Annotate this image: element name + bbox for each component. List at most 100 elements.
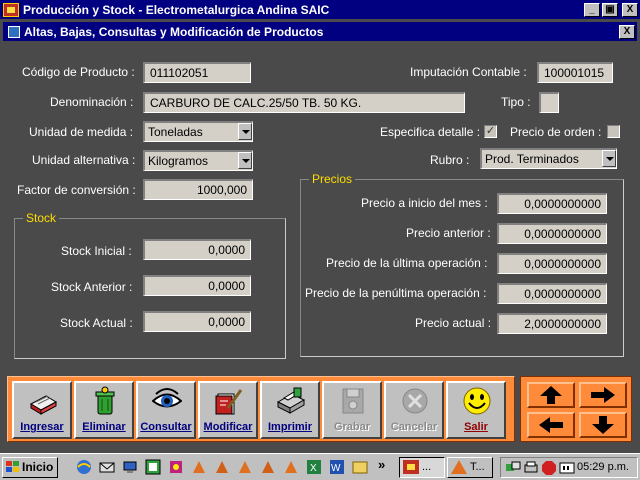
grabar-button[interactable]: Grabar	[322, 381, 382, 439]
child-close-button[interactable]: X	[619, 24, 635, 39]
system-tray: 05:29 p.m.	[500, 457, 638, 478]
fox-icon[interactable]	[214, 459, 230, 475]
modificar-label: Modificar	[203, 421, 253, 433]
fox-icon[interactable]	[260, 459, 276, 475]
precio-orden-checkbox[interactable]	[607, 125, 620, 138]
window-title: Producción y Stock - Electrometalurgica …	[23, 2, 330, 17]
consultar-button[interactable]: Consultar	[136, 381, 196, 439]
precio-inicio-field[interactable]: 0,0000000000	[497, 193, 607, 214]
word-icon[interactable]: W	[329, 459, 345, 475]
imputacion-field[interactable]: 100001015	[537, 62, 613, 83]
stock-anterior-label: Stock Anterior :	[51, 280, 133, 294]
action-toolbar: Ingresar Eliminar Consultar Modificar Im…	[7, 376, 515, 442]
imprimir-button[interactable]: Imprimir	[260, 381, 320, 439]
child-window-title: Altas, Bajas, Consultas y Modificación d…	[24, 24, 324, 39]
modificar-button[interactable]: Modificar	[198, 381, 258, 439]
network-tray-icon[interactable]	[505, 460, 521, 476]
especifica-checkbox[interactable]: ✓	[484, 125, 497, 138]
rubro-select[interactable]: Prod. Terminados	[480, 148, 617, 169]
stock-inicial-label: Stock Inicial :	[61, 244, 132, 258]
cancelar-button[interactable]: Cancelar	[384, 381, 444, 439]
especifica-label: Especifica detalle :	[380, 125, 481, 139]
start-label: Inicio	[22, 460, 54, 474]
rubro-label: Rubro :	[430, 153, 470, 167]
nav-down-button[interactable]	[579, 412, 627, 438]
precio-ultima-label: Precio de la última operación :	[326, 256, 488, 270]
smiley-icon	[463, 387, 491, 415]
printer-icon	[276, 387, 306, 414]
imprimir-label: Imprimir	[267, 421, 312, 433]
fox-icon[interactable]	[191, 459, 207, 475]
precio-actual-field[interactable]: 2,0000000000	[497, 313, 607, 334]
start-button[interactable]: Inicio	[2, 457, 58, 478]
more-icons-chevron[interactable]: »	[378, 457, 394, 473]
precio-penultima-field[interactable]: 0,0000000000	[497, 283, 607, 304]
tipo-field[interactable]	[539, 92, 559, 113]
denominacion-field[interactable]: CARBURO DE CALC.25/50 TB. 50 KG.	[143, 92, 465, 113]
codigo-field[interactable]: 011102051	[143, 62, 251, 83]
imputacion-label: Imputación Contable :	[410, 65, 527, 79]
nav-prev-button[interactable]	[527, 412, 575, 438]
precios-group: Precios Precio a inicio del mes : 0,0000…	[300, 172, 624, 357]
nav-next-button[interactable]	[579, 382, 627, 408]
precio-anterior-field[interactable]: 0,0000000000	[497, 223, 607, 244]
factor-field[interactable]: 1000,000	[143, 179, 253, 200]
new-record-icon	[29, 395, 58, 415]
taskbar-app-label: T...	[470, 461, 485, 473]
printer-tray-icon[interactable]	[523, 460, 539, 476]
factor-label: Factor de conversión :	[17, 183, 136, 197]
precios-group-title: Precios	[309, 172, 356, 186]
stock-actual-field[interactable]: 0,0000	[143, 311, 251, 332]
edit-document-icon	[215, 389, 243, 415]
calendar-icon[interactable]	[145, 459, 161, 475]
unidad-alt-select[interactable]: Kilogramos	[143, 150, 253, 171]
fox-icon[interactable]	[237, 459, 253, 475]
save-disk-icon	[342, 388, 364, 414]
arrow-down-icon	[592, 416, 614, 434]
stock-actual-label: Stock Actual :	[60, 316, 133, 330]
eliminar-button[interactable]: Eliminar	[74, 381, 134, 439]
taskbar-app-produccion[interactable]: ...	[399, 457, 445, 478]
taskbar-app-second[interactable]: T...	[447, 457, 493, 478]
grabar-label: Grabar	[333, 421, 371, 433]
ingresar-label: Ingresar	[20, 421, 64, 433]
browser-icon[interactable]	[76, 459, 92, 475]
precio-ultima-field[interactable]: 0,0000000000	[497, 253, 607, 274]
unidad-medida-value: Toneladas	[148, 125, 203, 139]
explorer-icon[interactable]	[352, 459, 368, 475]
precio-actual-label: Precio actual :	[415, 316, 492, 330]
taskbar: Inicio X W » ... T... 05:29 p.m.	[0, 453, 640, 480]
chevron-down-icon[interactable]	[238, 123, 252, 140]
ingresar-button[interactable]: Ingresar	[12, 381, 72, 439]
chevron-down-icon[interactable]	[238, 152, 252, 169]
stop-sign-icon[interactable]	[541, 460, 557, 476]
app-icon[interactable]	[3, 2, 19, 17]
keyboard-tray-icon[interactable]	[559, 460, 575, 476]
form-icon	[8, 25, 20, 38]
close-button[interactable]: X	[622, 2, 638, 17]
salir-button[interactable]: Salir	[446, 381, 506, 439]
minimize-button[interactable]: _	[584, 2, 600, 17]
stock-inicial-field[interactable]: 0,0000	[143, 239, 251, 260]
fox-icon	[451, 460, 467, 474]
mail-icon[interactable]	[99, 459, 115, 475]
cancelar-label: Cancelar	[390, 421, 438, 433]
network-icon[interactable]	[122, 459, 138, 475]
navigation-panel	[520, 376, 632, 442]
stock-anterior-field[interactable]: 0,0000	[143, 275, 251, 296]
precio-anterior-label: Precio anterior :	[406, 226, 491, 240]
unidad-alt-label: Unidad alternativa :	[32, 153, 136, 167]
unidad-medida-select[interactable]: Toneladas	[143, 121, 253, 142]
fox-icon[interactable]	[283, 459, 299, 475]
denominacion-label: Denominación :	[50, 95, 134, 109]
precio-orden-label: Precio de orden :	[510, 125, 602, 139]
app-quicklaunch-icon[interactable]	[168, 459, 184, 475]
child-title-bar: Altas, Bajas, Consultas y Modificación d…	[3, 22, 637, 41]
nav-up-button[interactable]	[527, 382, 575, 408]
maximize-button[interactable]: ▣	[602, 2, 618, 17]
chevron-down-icon[interactable]	[602, 150, 616, 167]
excel-icon[interactable]: X	[306, 459, 322, 475]
svg-text:W: W	[331, 463, 341, 474]
cancel-x-icon	[402, 388, 428, 414]
trash-can-icon	[95, 386, 115, 415]
